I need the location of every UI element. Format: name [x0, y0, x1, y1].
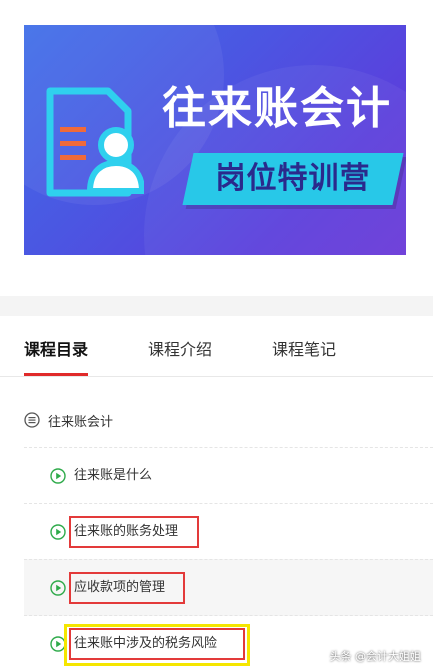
banner-title: 往来账会计 [162, 83, 392, 134]
profile-document-icon [46, 87, 144, 197]
course-banner-area: 往来账会计 岗位特训营 [0, 0, 433, 296]
highlight-box [69, 516, 199, 548]
chapter-title: 往来账会计 [48, 414, 114, 430]
active-tab-indicator [24, 373, 88, 376]
tab-introduction[interactable]: 课程介绍 [148, 336, 212, 360]
course-banner: 往来账会计 岗位特训营 [24, 25, 406, 255]
course-tabs: 课程目录 课程介绍 课程笔记 [0, 316, 433, 377]
play-icon [50, 468, 66, 484]
list-icon [24, 412, 40, 428]
highlight-box [69, 628, 245, 660]
lesson-item[interactable]: 应收款项的管理 [24, 559, 433, 616]
play-icon [50, 580, 66, 596]
watermark: 头条 @会计大姐姐 [329, 650, 422, 663]
banner-subtitle: 岗位特训营 [215, 161, 371, 196]
tab-notes[interactable]: 课程笔记 [272, 336, 336, 360]
chapter-header[interactable]: 往来账会计 [24, 408, 113, 432]
play-icon [50, 524, 66, 540]
section-divider [0, 296, 433, 316]
lesson-item[interactable]: 往来账是什么 [24, 447, 433, 504]
lesson-title: 往来账是什么 [74, 468, 153, 483]
lesson-item[interactable]: 往来账的账务处理 [24, 503, 433, 560]
tab-catalog[interactable]: 课程目录 [24, 336, 88, 360]
highlight-box [69, 572, 185, 604]
